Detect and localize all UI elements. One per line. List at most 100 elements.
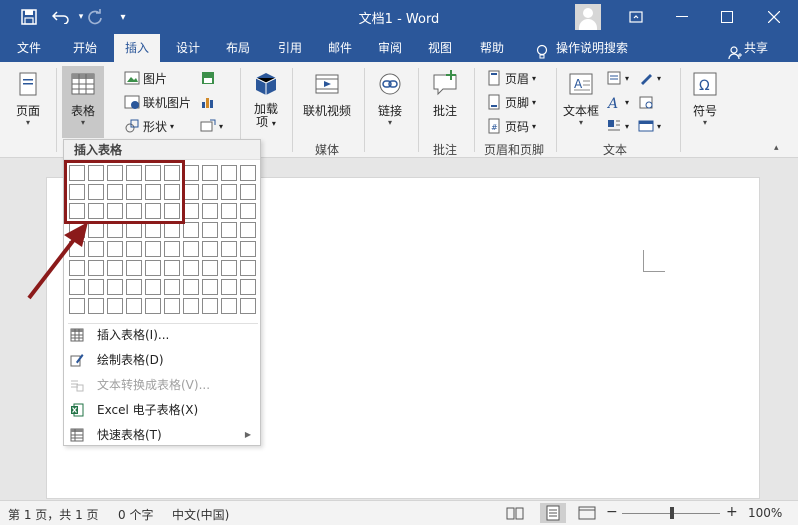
table-grid-cell[interactable] (164, 279, 180, 295)
word-count[interactable]: 0 个字 (118, 506, 153, 523)
table-grid-cell[interactable] (69, 222, 85, 238)
table-grid-cell[interactable] (126, 298, 142, 314)
table-grid-cell[interactable] (183, 260, 199, 276)
user-avatar[interactable] (575, 4, 601, 30)
table-grid-cell[interactable] (126, 241, 142, 257)
web-layout-icon[interactable] (578, 505, 596, 521)
table-grid-cell[interactable] (202, 241, 218, 257)
table-grid-cell[interactable] (221, 279, 237, 295)
zoom-slider-thumb[interactable] (670, 507, 674, 519)
table-grid-cell[interactable] (202, 222, 218, 238)
table-grid-cell[interactable] (202, 184, 218, 200)
tab-review[interactable]: 审阅 (368, 34, 412, 62)
page-number-button[interactable]: # 页码 ▾ (486, 116, 536, 136)
pictures-button[interactable]: 图片 (124, 68, 167, 88)
table-grid-cell[interactable] (69, 298, 85, 314)
tab-help[interactable]: 帮助 (470, 34, 514, 62)
table-grid-cell[interactable] (164, 222, 180, 238)
table-grid-cell[interactable] (107, 222, 123, 238)
table-grid-cell[interactable] (183, 165, 199, 181)
table-grid-cell[interactable] (221, 184, 237, 200)
table-grid-cell[interactable] (183, 222, 199, 238)
page-count[interactable]: 第 1 页，共 1 页 (8, 506, 99, 523)
collapse-ribbon-button[interactable]: ▴ (774, 138, 779, 158)
table-grid-cell[interactable] (202, 298, 218, 314)
table-grid-cell[interactable] (240, 165, 256, 181)
table-grid-cell[interactable] (88, 298, 104, 314)
object-button[interactable]: ▾ (638, 116, 661, 136)
table-grid-cell[interactable] (145, 298, 161, 314)
insert-table-dialog-item[interactable]: 插入表格(I)... (64, 322, 260, 347)
table-grid-cell[interactable] (69, 241, 85, 257)
table-grid-cell[interactable] (183, 279, 199, 295)
table-grid-cell[interactable] (145, 241, 161, 257)
tab-design[interactable]: 设计 (166, 34, 210, 62)
zoom-level[interactable]: 100% (748, 506, 782, 520)
table-grid-cell[interactable] (88, 279, 104, 295)
zoom-out-button[interactable]: − (606, 504, 618, 520)
table-grid-cell[interactable] (88, 260, 104, 276)
table-grid-cell[interactable] (164, 298, 180, 314)
tab-insert[interactable]: 插入 (114, 34, 160, 62)
table-grid-cell[interactable] (240, 241, 256, 257)
tab-references[interactable]: 引用 (268, 34, 312, 62)
chart-button[interactable] (200, 92, 219, 112)
link-button[interactable]: 链接 ▾ (370, 66, 410, 127)
table-grid-cell[interactable] (202, 165, 218, 181)
quick-tables-item[interactable]: 快速表格(T) ▶ (64, 422, 260, 447)
table-grid-cell[interactable] (202, 279, 218, 295)
online-video-button[interactable]: 联机视频 (298, 66, 356, 119)
comment-button[interactable]: 批注 (424, 66, 466, 119)
icons-button[interactable] (200, 68, 219, 88)
table-grid-cell[interactable] (183, 241, 199, 257)
table-grid-cell[interactable] (183, 184, 199, 200)
table-grid-cell[interactable] (107, 241, 123, 257)
table-grid-cell[interactable] (88, 241, 104, 257)
table-grid-cell[interactable] (183, 298, 199, 314)
dropcap-button[interactable]: ▾ (606, 116, 629, 136)
table-grid-cell[interactable] (221, 241, 237, 257)
shapes-button[interactable]: 形状 ▾ (124, 116, 174, 136)
tell-me-search[interactable]: 操作说明搜索 (536, 34, 628, 62)
addins-button[interactable]: 加载 项 ▾ (248, 66, 284, 130)
tab-home[interactable]: 开始 (62, 34, 108, 62)
textbox-button[interactable]: A 文本框 ▾ (560, 66, 602, 127)
table-grid-cell[interactable] (240, 203, 256, 219)
close-button[interactable] (752, 0, 796, 34)
table-grid-cell[interactable] (126, 222, 142, 238)
screenshot-button[interactable]: ▾ (200, 116, 223, 136)
excel-spreadsheet-item[interactable]: Excel 电子表格(X) (64, 397, 260, 422)
table-grid-cell[interactable] (107, 260, 123, 276)
quick-parts-button[interactable]: ▾ (606, 68, 629, 88)
table-grid-cell[interactable] (69, 279, 85, 295)
table-grid-cell[interactable] (69, 260, 85, 276)
table-grid-cell[interactable] (221, 222, 237, 238)
minimize-button[interactable] (660, 0, 704, 34)
table-grid-cell[interactable] (164, 241, 180, 257)
tab-file[interactable]: 文件 (6, 34, 52, 62)
zoom-in-button[interactable]: + (726, 504, 738, 520)
tab-mailings[interactable]: 邮件 (318, 34, 362, 62)
online-pictures-button[interactable]: 联机图片 (124, 92, 191, 112)
maximize-button[interactable] (705, 0, 749, 34)
header-button[interactable]: 页眉 ▾ (486, 68, 536, 88)
table-grid-cell[interactable] (221, 260, 237, 276)
footer-button[interactable]: 页脚 ▾ (486, 92, 536, 112)
table-grid-cell[interactable] (221, 203, 237, 219)
share-button[interactable]: 共享 (728, 34, 768, 62)
table-grid-cell[interactable] (164, 260, 180, 276)
table-grid-cell[interactable] (88, 222, 104, 238)
ribbon-display-options-icon[interactable] (614, 0, 658, 34)
table-grid-cell[interactable] (145, 222, 161, 238)
table-grid-cell[interactable] (145, 260, 161, 276)
draw-table-item[interactable]: 绘制表格(D) (64, 347, 260, 372)
table-grid-cell[interactable] (240, 222, 256, 238)
table-button[interactable]: 表格 ▾ (62, 66, 104, 138)
table-grid-cell[interactable] (221, 165, 237, 181)
signature-line-button[interactable]: ▾ (638, 68, 661, 88)
table-grid-cell[interactable] (145, 279, 161, 295)
table-grid-cell[interactable] (240, 184, 256, 200)
table-grid-cell[interactable] (202, 260, 218, 276)
pages-button[interactable]: 页面 ▾ (8, 66, 48, 127)
wordart-button[interactable]: A ▾ (606, 92, 629, 112)
